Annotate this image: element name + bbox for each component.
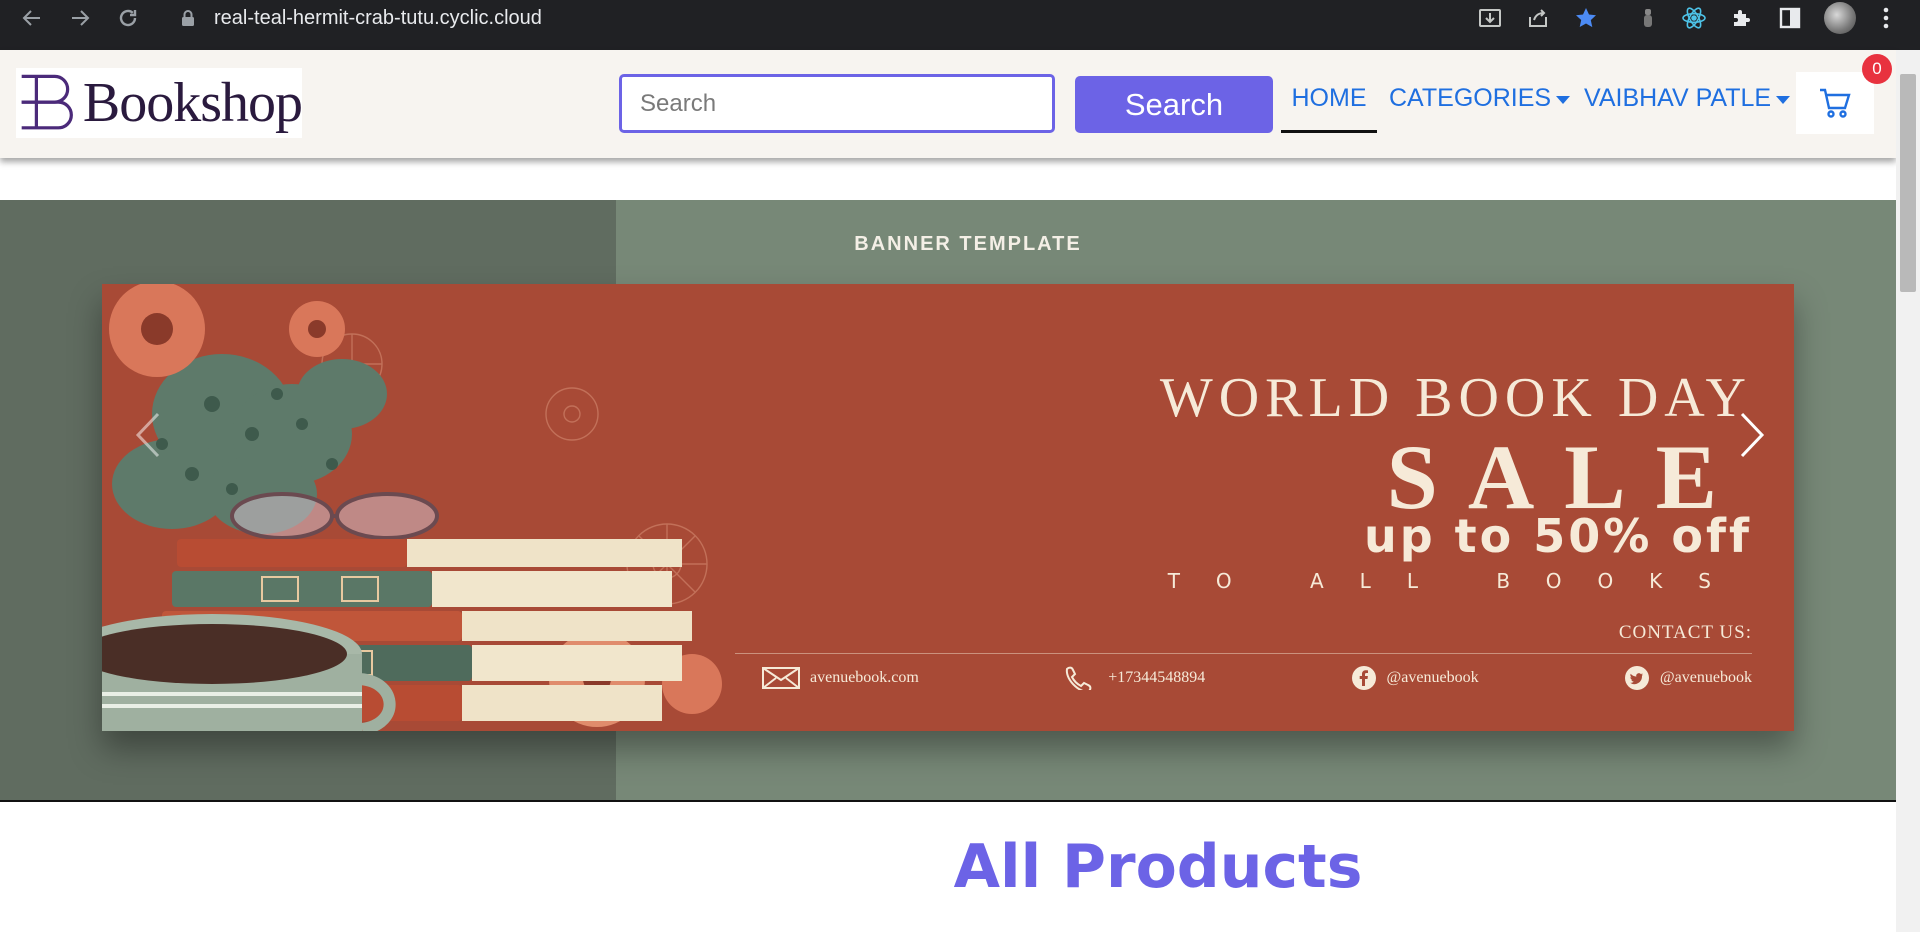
kebab-menu-icon[interactable] [1872,4,1900,32]
banner-subtitle: TO ALL BOOKS [1167,569,1747,593]
chevron-right-icon [1740,412,1765,458]
nav-user-label: VAIBHAV PATLE [1584,84,1772,112]
banner-divider [735,653,1752,654]
nav-categories-dropdown[interactable]: CATEGORIES [1389,84,1571,113]
react-devtools-icon[interactable] [1680,4,1708,32]
address-bar[interactable]: real-teal-hermit-crab-tutu.cyclic.cloud [165,0,1435,36]
side-panel-icon[interactable] [1776,4,1804,32]
caret-down-icon [1556,95,1571,104]
nav-home-label: HOME [1291,84,1367,112]
nav-categories-label: CATEGORIES [1389,84,1552,112]
url-text: real-teal-hermit-crab-tutu.cyclic.cloud [214,6,542,29]
extension-dropper-icon[interactable] [1634,4,1662,32]
nav-user-dropdown[interactable]: VAIBHAV PATLE [1584,84,1791,113]
contact-twitter-text: @avenuebook [1659,669,1752,686]
cart-icon [1820,88,1851,118]
install-app-icon[interactable] [1476,4,1504,32]
cart-count-badge: 0 [1862,54,1892,84]
active-link-underline [1281,130,1377,133]
cart-button[interactable] [1796,72,1874,134]
share-icon[interactable] [1524,4,1552,32]
profile-avatar[interactable] [1824,2,1856,34]
site-navbar: Bookshop Search HOME CATEGORIES VAIBHAV … [0,50,1896,158]
contact-facebook: @avenuebook [1351,665,1479,691]
contact-website-text: avenuebook.com [810,669,919,686]
scrollbar-thumb[interactable] [1900,74,1916,292]
reload-icon[interactable] [112,2,144,34]
banner-caption: BANNER TEMPLATE [854,233,1082,255]
facebook-icon [1351,665,1377,691]
contact-website: avenuebook.com [762,667,919,689]
contact-twitter: @avenuebook [1624,665,1752,691]
chevron-left-icon [135,412,160,458]
forward-arrow-icon[interactable] [64,2,96,34]
phone-icon [1064,666,1098,690]
search-button[interactable]: Search [1075,76,1273,133]
back-arrow-icon[interactable] [16,2,48,34]
browser-chrome: real-teal-hermit-crab-tutu.cyclic.cloud [0,0,1920,50]
logo-b-mark-icon [21,74,73,130]
extensions-puzzle-icon[interactable] [1728,4,1756,32]
search-input[interactable] [619,74,1055,133]
promo-banner[interactable]: WORLD BOOK DAY SALE up to 50% off TO ALL… [102,284,1794,731]
carousel-next-button[interactable] [1732,405,1772,465]
all-products-heading: All Products [953,832,1363,902]
banner-offer: up to 50% off [1363,509,1752,563]
envelope-icon [762,667,800,689]
twitter-icon [1624,665,1650,691]
brand-name: Bookshop [82,72,303,134]
bookmark-star-icon[interactable] [1572,4,1600,32]
carousel-prev-button[interactable] [128,405,168,465]
banner-contact-label: CONTACT US: [1618,622,1752,643]
nav-home-link[interactable]: HOME [1281,84,1377,113]
contact-phone-text: +17344548894 [1108,669,1206,686]
contact-facebook-text: @avenuebook [1386,669,1479,686]
contact-phone: +17344548894 [1064,666,1205,690]
hero-carousel: BANNER TEMPLATE WORLD BOOK DAY SALE up t… [0,200,1896,802]
banner-title: WORLD BOOK DAY [1159,367,1752,429]
books-illustration [102,284,722,731]
caret-down-icon [1776,95,1791,104]
brand-logo[interactable]: Bookshop [16,68,303,138]
lock-icon [181,9,195,32]
banner-contact-row: avenuebook.com +17344548894 @avenuebook … [762,665,1752,691]
